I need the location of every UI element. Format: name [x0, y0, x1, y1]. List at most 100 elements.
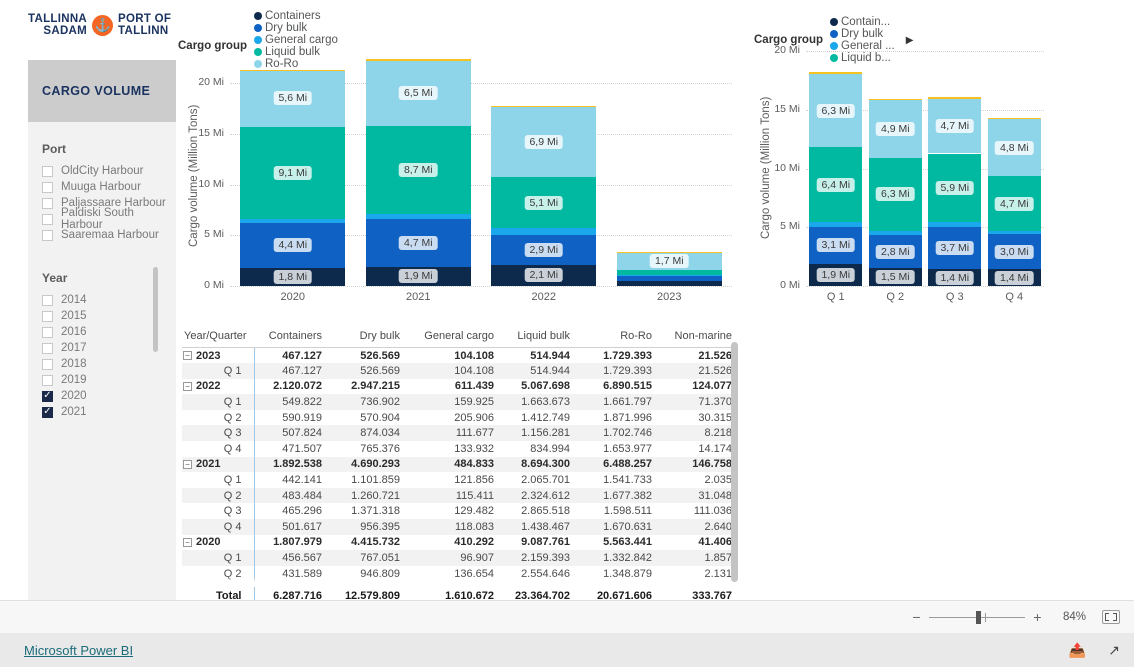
slicer-port-item-saaremaa-harbour[interactable]: Saaremaa Harbour — [42, 227, 176, 243]
table-row[interactable]: Q 2 431.589 946.809 136.654 2.554.646 1.348.8… — [182, 565, 738, 582]
bar-segment-general-cargo[interactable] — [616, 274, 722, 276]
checkbox-icon[interactable] — [42, 165, 53, 177]
bar-segment-liquid-bulk[interactable]: 8,7 Mi — [365, 126, 471, 215]
bar-segment-liquid-bulk[interactable]: 4,7 Mi — [987, 176, 1041, 232]
bar-segment-general-cargo[interactable] — [928, 222, 982, 227]
slicer-year-item-2020[interactable]: 2020 — [42, 388, 176, 404]
table-cell-rowheader[interactable]: −2023 — [182, 347, 255, 364]
table-row[interactable]: Q 1 456.567 767.051 96.907 2.159.393 1.332.84… — [182, 550, 738, 566]
bar-segment-liquid-bulk[interactable] — [616, 269, 722, 275]
zoom-out-button[interactable]: − — [910, 610, 923, 624]
row-collapse-icon[interactable]: − — [183, 381, 192, 391]
table-cell-rowheader[interactable]: Q 3 — [182, 503, 255, 520]
bar-segment-general-cargo[interactable] — [365, 214, 471, 220]
bar-segment-containers[interactable]: 1,4 Mi — [987, 269, 1041, 286]
table-row[interactable]: Q 1 549.822 736.902 159.925 1.663.673 1.661.7… — [182, 394, 738, 410]
bar-segment-ro-ro[interactable]: 4,7 Mi — [928, 98, 982, 154]
bar-segment-containers[interactable]: 1,8 Mi — [240, 267, 346, 286]
bar-segment-ro-ro[interactable]: 4,9 Mi — [868, 100, 922, 158]
table-cell-rowheader[interactable]: Q 2 — [182, 487, 255, 504]
table-column-header[interactable]: Liquid bulk — [500, 328, 576, 348]
fit-to-page-icon[interactable] — [1102, 610, 1120, 624]
bar-segment-general-cargo[interactable] — [240, 218, 346, 223]
table-row[interactable]: Q 1 467.127 526.569 104.108 514.944 1.729.393… — [182, 363, 738, 379]
bar-segment-dry-bulk[interactable]: 4,4 Mi — [240, 222, 346, 268]
slicer-year-item-2021[interactable]: 2021 — [42, 404, 176, 420]
row-collapse-icon[interactable]: − — [183, 459, 192, 469]
table-row[interactable]: −2021 1.892.538 4.690.293 484.833 8.694.300 6… — [182, 456, 738, 473]
bar-segment-dry-bulk[interactable] — [616, 275, 722, 282]
bar-segment-ro-ro[interactable]: 6,5 Mi — [365, 60, 471, 127]
bar-segment-non-marine[interactable] — [868, 99, 922, 101]
slicer-port-item-paldiski-south-harbour[interactable]: Paldiski South Harbour — [42, 207, 176, 231]
bar-segment-containers[interactable]: 1,5 Mi — [868, 268, 922, 286]
table-row[interactable]: −2020 1.807.979 4.415.732 410.292 9.087.761 5… — [182, 534, 738, 551]
legend-item-general-cargo[interactable]: General cargo — [254, 34, 338, 46]
chart-cargo-volume-quarterly[interactable]: Cargo volume (Million Tons) 0 Mi 5 Mi 10 Mi… — [754, 30, 1129, 316]
bar-segment-ro-ro[interactable]: 1,7 Mi — [616, 252, 722, 270]
bar-segment-ro-ro[interactable]: 6,9 Mi — [491, 107, 597, 178]
bar-segment-liquid-bulk[interactable]: 6,3 Mi — [868, 157, 922, 231]
table-row[interactable]: Q 2 590.919 570.904 205.906 1.412.749 1.871.9… — [182, 409, 738, 426]
table-cell-rowheader[interactable]: −2022 — [182, 378, 255, 395]
checkbox-icon[interactable] — [42, 358, 53, 370]
table-cell-rowheader[interactable]: Q 4 — [182, 441, 255, 457]
checkbox-icon[interactable] — [42, 181, 53, 193]
stacked-bar[interactable]: 1,9 Mi 3,1 Mi 6,4 Mi 6,3 Mi — [809, 42, 863, 286]
bar-segment-containers[interactable]: 1,4 Mi — [928, 269, 982, 286]
bar-segment-general-cargo[interactable] — [987, 231, 1041, 235]
legend-item-dry-bulk[interactable]: Dry bulk — [254, 22, 338, 34]
table-row[interactable]: −2022 2.120.072 2.947.215 611.439 5.067.698 6… — [182, 378, 738, 395]
stacked-bar[interactable]: 1,9 Mi 4,7 Mi 8,7 Mi 6,5 Mi — [365, 58, 471, 286]
bar-segment-containers[interactable]: 2,1 Mi — [491, 264, 597, 286]
table-column-header[interactable]: Year/Quarter — [182, 328, 254, 348]
stacked-bar[interactable]: 1,7 Mi — [616, 58, 722, 286]
table-column-header[interactable]: General cargo — [406, 328, 500, 348]
checkbox-icon[interactable] — [42, 310, 53, 322]
stacked-bar[interactable]: 1,8 Mi 4,4 Mi 9,1 Mi 5,6 Mi — [240, 58, 346, 286]
row-collapse-icon[interactable]: − — [183, 351, 192, 360]
table-cell-rowheader[interactable]: Q 2 — [182, 565, 255, 582]
table-cell-rowheader[interactable]: Q 4 — [182, 519, 255, 535]
table-row[interactable]: Q 1 442.141 1.101.859 121.856 2.065.701 1.541… — [182, 472, 738, 488]
bar-segment-general-cargo[interactable] — [809, 222, 863, 227]
microsoft-power-bi-link[interactable]: Microsoft Power BI — [24, 643, 133, 658]
legend-item-containers[interactable]: Containers — [254, 10, 338, 22]
table-column-header[interactable]: Non-marine — [658, 328, 738, 348]
slicer-year-item-2018[interactable]: 2018 — [42, 356, 176, 372]
checkbox-icon[interactable] — [42, 213, 53, 225]
table-vertical-scrollbar[interactable] — [731, 342, 738, 582]
slicer-year-item-2019[interactable]: 2019 — [42, 372, 176, 388]
checkbox-icon[interactable] — [42, 342, 53, 354]
checkbox-icon[interactable] — [42, 229, 53, 241]
bar-segment-non-marine[interactable] — [365, 59, 471, 61]
bar-segment-ro-ro[interactable]: 4,8 Mi — [987, 118, 1041, 177]
bar-segment-non-marine[interactable] — [240, 69, 346, 71]
bar-segment-dry-bulk[interactable]: 2,8 Mi — [868, 235, 922, 269]
bar-segment-ro-ro[interactable]: 6,3 Mi — [809, 73, 863, 148]
share-icon[interactable]: 📤 — [1069, 643, 1086, 657]
table-cell-rowheader[interactable]: Q 1 — [182, 472, 255, 488]
bar-segment-non-marine[interactable] — [809, 72, 863, 74]
bar-segment-general-cargo[interactable] — [868, 230, 922, 236]
slicer-port-item-oldcity-harbour[interactable]: OldCity Harbour — [42, 163, 176, 179]
stacked-bar[interactable]: 1,4 Mi 3,0 Mi 4,7 Mi 4,8 Mi — [987, 42, 1041, 286]
table-row[interactable]: Q 4 501.617 956.395 118.083 1.438.467 1.670.6… — [182, 519, 738, 535]
table-column-header[interactable]: Dry bulk — [328, 328, 406, 348]
bar-segment-dry-bulk[interactable]: 4,7 Mi — [365, 219, 471, 267]
row-collapse-icon[interactable]: − — [183, 537, 192, 547]
chart-cargo-volume-yearly[interactable]: Cargo volume (Million Tons) 0 Mi 5 Mi 10 Mi… — [182, 46, 742, 316]
bar-segment-dry-bulk[interactable]: 3,0 Mi — [987, 234, 1041, 270]
bar-segment-dry-bulk[interactable]: 3,7 Mi — [928, 226, 982, 270]
bar-segment-containers[interactable]: 1,9 Mi — [365, 266, 471, 286]
table-cell-rowheader[interactable]: Q 1 — [182, 363, 255, 379]
table-row[interactable]: Q 3 507.824 874.034 111.677 1.156.281 1.702.7… — [182, 425, 738, 442]
slicer-port-item-muuga-harbour[interactable]: Muuga Harbour — [42, 179, 176, 195]
fullscreen-icon[interactable]: ↗ — [1108, 643, 1120, 657]
table-column-header[interactable]: Ro-Ro — [576, 328, 658, 348]
checkbox-icon[interactable] — [42, 197, 53, 209]
bar-segment-containers[interactable]: 1,9 Mi — [809, 263, 863, 286]
checkbox-icon[interactable] — [42, 390, 53, 402]
bar-segment-non-marine[interactable] — [928, 97, 982, 99]
bar-segment-non-marine[interactable] — [616, 251, 722, 253]
